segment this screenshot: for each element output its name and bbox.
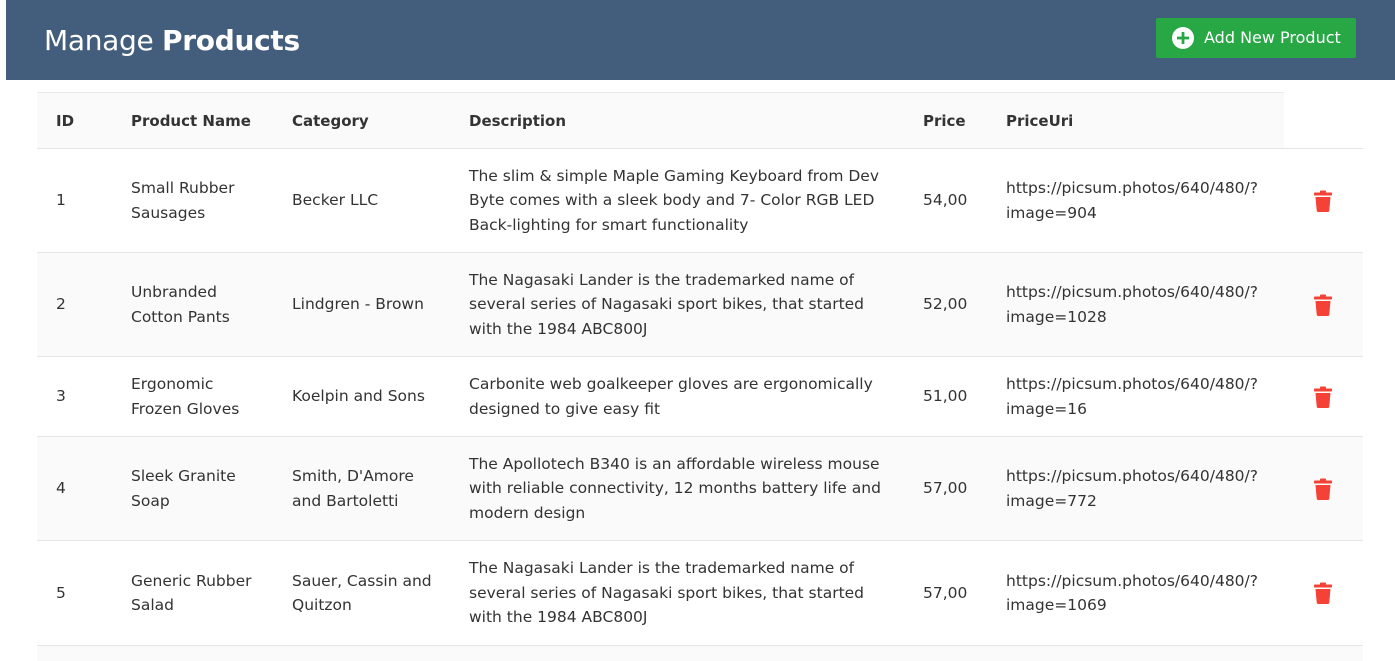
cell-category: Smith, D'Amore and Bartoletti xyxy=(292,467,414,510)
cell-description: Carbonite web goalkeeper gloves are ergo… xyxy=(469,375,873,418)
trash-icon[interactable] xyxy=(1314,478,1332,500)
cell-product-name: Ergonomic Frozen Gloves xyxy=(131,375,240,418)
cell-price-uri: https://picsum.photos/640/480/? image=16 xyxy=(1006,375,1258,418)
delete-button[interactable] xyxy=(1311,253,1335,356)
trash-icon[interactable] xyxy=(1314,582,1332,604)
table-next-row-strip xyxy=(37,646,1363,661)
column-header-category: Category xyxy=(292,112,369,130)
delete-button[interactable] xyxy=(1311,149,1335,252)
cell-price: 51,00 xyxy=(923,387,968,406)
delete-button[interactable] xyxy=(1311,541,1335,645)
add-new-product-button[interactable]: Add New Product xyxy=(1156,18,1356,58)
cell-id: 1 xyxy=(56,191,66,210)
page-header: Manage Products Add New Product xyxy=(6,0,1395,80)
table-header-row: ID Product Name Category Description Pri… xyxy=(37,92,1284,148)
cell-category: Koelpin and Sons xyxy=(292,387,425,406)
cell-price: 57,00 xyxy=(923,479,968,498)
cell-price: 54,00 xyxy=(923,191,968,210)
cell-product-name: Unbranded Cotton Pants xyxy=(131,283,230,326)
table-row: 4 Sleek Granite Soap Smith, D'Amore and Ba… xyxy=(37,437,1363,541)
cell-product-name: Generic Rubber Salad xyxy=(131,571,252,615)
cell-description: The Apollotech B340 is an affordable wir… xyxy=(469,454,881,522)
table-row: 2 Unbranded Cotton Pants Lindgren - Brown… xyxy=(37,253,1363,357)
column-header-price-uri: PriceUri xyxy=(1006,112,1074,130)
table-row: 3 Ergonomic Frozen Gloves Koelpin and Son… xyxy=(37,357,1363,437)
cell-price-uri: https://picsum.photos/640/480/? image=904 xyxy=(1006,179,1258,222)
products-table: ID Product Name Category Description Pri… xyxy=(37,92,1363,661)
delete-button[interactable] xyxy=(1311,437,1335,540)
column-header-description: Description xyxy=(469,112,567,130)
trash-icon[interactable] xyxy=(1314,386,1332,408)
delete-button[interactable] xyxy=(1311,357,1335,436)
cell-price-uri: https://picsum.photos/640/480/? image=102… xyxy=(1006,283,1258,326)
cell-id: 4 xyxy=(56,479,66,498)
cell-description: The slim & simple Maple Gaming Keyboard … xyxy=(469,166,879,234)
cell-category: Lindgren - Brown xyxy=(292,295,424,314)
page-title-prefix: Manage xyxy=(44,24,154,57)
manage-products-page: Manage Products Add New Product ID Produ… xyxy=(0,0,1395,661)
cell-product-name: Small Rubber Sausages xyxy=(131,179,235,222)
cell-id: 5 xyxy=(56,583,66,602)
column-header-id: ID xyxy=(56,112,75,130)
trash-icon[interactable] xyxy=(1314,190,1332,212)
table-row: 1 Small Rubber Sausages Becker LLC The sl… xyxy=(37,149,1363,253)
cell-category: Sauer, Cassin and Quitzon xyxy=(292,571,432,615)
table-row: 5 Generic Rubber Salad Sauer, Cassin and Q… xyxy=(37,541,1363,646)
cell-price: 57,00 xyxy=(923,583,968,602)
cell-price: 52,00 xyxy=(923,295,968,314)
trash-icon[interactable] xyxy=(1314,294,1332,316)
cell-category: Becker LLC xyxy=(292,191,379,210)
cell-price-uri: https://picsum.photos/640/480/? image=772 xyxy=(1006,467,1258,510)
column-header-product-name: Product Name xyxy=(131,112,251,130)
column-header-price: Price xyxy=(923,112,966,130)
cell-product-name: Sleek Granite Soap xyxy=(131,467,236,510)
add-new-product-label: Add New Product xyxy=(1204,28,1341,47)
cell-description: The Nagasaki Lander is the trademarked n… xyxy=(469,270,865,338)
plus-circle-icon xyxy=(1172,27,1194,49)
cell-description: The Nagasaki Lander is the trademarked n… xyxy=(469,559,865,627)
page-title: Manage Products xyxy=(44,21,300,61)
cell-id: 3 xyxy=(56,387,66,406)
cell-id: 2 xyxy=(56,295,66,314)
cell-price-uri: https://picsum.photos/640/480/? image=106… xyxy=(1006,571,1258,615)
page-title-strong: Products xyxy=(162,24,300,57)
